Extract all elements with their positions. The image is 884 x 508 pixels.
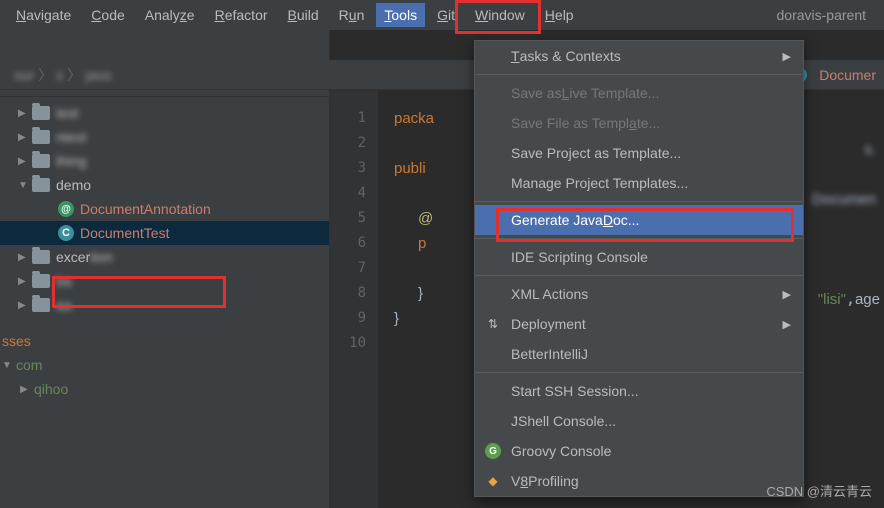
menu-navigate[interactable]: NNavigateavigate bbox=[8, 3, 79, 27]
menu-save-project-template[interactable]: Save Project as Template... bbox=[475, 138, 803, 168]
tree-item[interactable]: ▶excertion bbox=[0, 245, 329, 269]
groovy-icon: G bbox=[485, 443, 501, 459]
menu-ssh-session[interactable]: Start SSH Session... bbox=[475, 376, 803, 406]
project-panel: ⊕ ⇵ ⇲ | ⚙ — ▶test ▶ntext ▶thing ▼demo @D… bbox=[0, 30, 330, 508]
folder-icon bbox=[32, 154, 50, 168]
menu-manage-templates[interactable]: Manage Project Templates... bbox=[475, 168, 803, 198]
tree-item[interactable]: sses bbox=[0, 329, 329, 353]
tree-item-document-annotation[interactable]: @DocumentAnnotation bbox=[0, 197, 329, 221]
class-icon: C bbox=[58, 225, 74, 241]
folder-icon bbox=[32, 274, 50, 288]
tree-item-document-test[interactable]: CDocumentTest bbox=[0, 221, 329, 245]
menu-run[interactable]: Run bbox=[331, 3, 373, 27]
menu-generate-javadoc[interactable]: Generate JavaDoc... bbox=[475, 205, 803, 235]
menu-refactor[interactable]: Refactor bbox=[207, 3, 276, 27]
annotation-icon: @ bbox=[58, 201, 74, 217]
tree-item[interactable]: ▶aa bbox=[0, 293, 329, 317]
menu-save-file-template[interactable]: Save File as Template... bbox=[475, 108, 803, 138]
folder-icon bbox=[32, 298, 50, 312]
watermark: CSDN @清云青云 bbox=[766, 481, 872, 500]
menu-separator bbox=[475, 372, 803, 373]
tools-menu: Tasks & Contexts▶ Save as Live Template.… bbox=[474, 40, 804, 497]
menu-tasks-contexts[interactable]: Tasks & Contexts▶ bbox=[475, 41, 803, 71]
breadcrumb-item[interactable]: s bbox=[52, 67, 67, 83]
menu-xml-actions[interactable]: XML Actions▶ bbox=[475, 279, 803, 309]
menu-separator bbox=[475, 201, 803, 202]
folder-icon bbox=[32, 106, 50, 120]
folder-icon bbox=[32, 130, 50, 144]
menubar: NNavigateavigate Code Analyze Refactor B… bbox=[0, 0, 884, 30]
tree-item[interactable]: ▼com bbox=[0, 353, 329, 377]
menu-build[interactable]: Build bbox=[280, 3, 327, 27]
menu-window[interactable]: Window bbox=[467, 3, 533, 27]
project-tree: ▶test ▶ntext ▶thing ▼demo @DocumentAnnot… bbox=[0, 97, 329, 405]
menu-help[interactable]: Help bbox=[537, 3, 582, 27]
folder-icon bbox=[32, 250, 50, 264]
menu-separator bbox=[475, 238, 803, 239]
menu-tools[interactable]: Tools bbox=[376, 3, 425, 27]
project-name-label: doravis-parent bbox=[777, 7, 877, 23]
breadcrumb-item[interactable]: java bbox=[81, 67, 115, 83]
folder-icon bbox=[32, 178, 50, 192]
tree-item[interactable]: ▶test bbox=[0, 101, 329, 125]
menu-analyze[interactable]: Analyze bbox=[137, 3, 203, 27]
menu-v8-profiling[interactable]: ◆V8 Profiling bbox=[475, 466, 803, 496]
tree-item[interactable]: ▶thing bbox=[0, 149, 329, 173]
menu-save-live-template[interactable]: Save as Live Template... bbox=[475, 78, 803, 108]
tree-item[interactable]: ▶qihoo bbox=[0, 377, 329, 401]
chevron-right-icon: ▶ bbox=[783, 288, 791, 301]
breadcrumb-item[interactable]: our bbox=[10, 67, 38, 83]
menu-git[interactable]: Git bbox=[429, 3, 463, 27]
gutter: 1 2 3 4 5 6 7 8 9 10 bbox=[330, 66, 378, 508]
menu-separator bbox=[475, 275, 803, 276]
chevron-right-icon: ▶ bbox=[783, 318, 791, 331]
menu-code[interactable]: Code bbox=[83, 3, 132, 27]
menu-better-intellij[interactable]: BetterIntelliJ bbox=[475, 339, 803, 369]
menu-jshell[interactable]: JShell Console... bbox=[475, 406, 803, 436]
menu-separator bbox=[475, 74, 803, 75]
deployment-icon: ⇅ bbox=[485, 316, 501, 332]
chevron-right-icon: ▶ bbox=[783, 50, 791, 63]
menu-ide-scripting[interactable]: IDE Scripting Console bbox=[475, 242, 803, 272]
breadcrumb-class[interactable]: Documer bbox=[819, 67, 876, 83]
menu-groovy-console[interactable]: GGroovy Console bbox=[475, 436, 803, 466]
menu-deployment[interactable]: ⇅Deployment▶ bbox=[475, 309, 803, 339]
tree-item-demo[interactable]: ▼demo bbox=[0, 173, 329, 197]
v8-icon: ◆ bbox=[485, 473, 501, 489]
tree-item[interactable]: ▶ntext bbox=[0, 125, 329, 149]
tree-item[interactable]: ▶ba bbox=[0, 269, 329, 293]
